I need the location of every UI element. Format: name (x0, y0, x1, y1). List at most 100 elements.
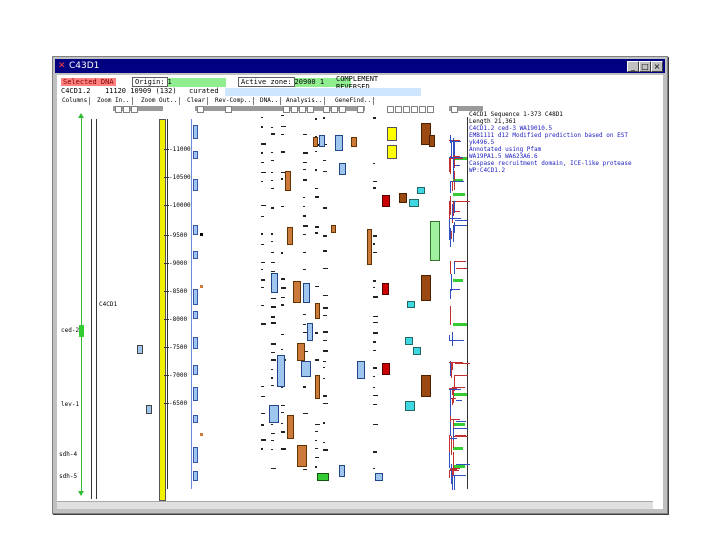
feature-box-red[interactable] (382, 363, 390, 375)
feature-dash[interactable] (303, 252, 306, 253)
feature-dash[interactable] (281, 151, 285, 153)
homology-line[interactable] (454, 261, 455, 274)
feature-dash[interactable] (315, 431, 318, 432)
feature-dash[interactable] (315, 286, 319, 287)
column-toggle-icon[interactable] (419, 106, 426, 113)
feature-dash[interactable] (281, 423, 283, 424)
feature-dash[interactable] (323, 207, 327, 209)
feature-box-brown[interactable] (421, 275, 431, 301)
feature-box-red[interactable] (382, 195, 390, 207)
feature-dash[interactable] (281, 278, 285, 280)
feature-dash[interactable] (261, 323, 266, 325)
feature-dash[interactable] (281, 334, 284, 335)
exon-box[interactable] (193, 225, 198, 235)
feature-dash[interactable] (315, 169, 317, 171)
feature-dash[interactable] (281, 126, 286, 127)
homology-line[interactable] (449, 218, 461, 219)
feature-dash[interactable] (271, 449, 273, 450)
feature-dash[interactable] (303, 152, 308, 154)
feature-box-orange[interactable] (287, 227, 293, 245)
feature-dot[interactable] (200, 233, 203, 236)
feature-box-blue[interactable] (319, 135, 325, 147)
feature-dash[interactable] (323, 361, 326, 362)
homology-line[interactable] (450, 181, 451, 193)
feature-dash[interactable] (271, 352, 275, 353)
homology-line[interactable] (449, 389, 461, 390)
feature-box-blue[interactable] (357, 361, 365, 379)
feature-dash[interactable] (315, 448, 318, 449)
feature-dash[interactable] (373, 316, 378, 317)
title-bar[interactable]: ✕ C43D1 _ □ × (55, 59, 665, 73)
homology-line[interactable] (449, 435, 450, 452)
feature-dash[interactable] (271, 377, 273, 379)
columns-button[interactable]: Columns (60, 97, 91, 105)
homology-line[interactable] (450, 289, 451, 299)
feature-dash[interactable] (261, 413, 265, 414)
feature-dash[interactable] (373, 468, 375, 469)
feature-box-blue[interactable] (271, 273, 278, 293)
feature-box-green[interactable] (430, 221, 440, 261)
feature-dash[interactable] (373, 187, 376, 189)
column-toggle-icon[interactable] (403, 106, 410, 113)
feature-dash[interactable] (323, 449, 328, 451)
feature-dash[interactable] (261, 424, 264, 426)
feature-dash[interactable] (323, 331, 328, 333)
feature-dash[interactable] (271, 424, 273, 425)
feature-box-orange[interactable] (351, 137, 357, 147)
feature-dash[interactable] (261, 117, 263, 118)
feature-dash[interactable] (271, 133, 275, 135)
homology-line[interactable] (450, 156, 451, 174)
exon-box[interactable] (193, 415, 198, 423)
homology-line[interactable] (455, 435, 466, 436)
feature-dash[interactable] (271, 233, 273, 235)
homology-line[interactable] (450, 389, 451, 404)
column-toggle-icon[interactable] (307, 106, 314, 113)
feature-dash[interactable] (303, 314, 306, 315)
homology-line[interactable] (449, 158, 463, 159)
feature-dash[interactable] (373, 376, 375, 377)
feature-dash[interactable] (271, 180, 273, 181)
homology-line[interactable] (454, 475, 455, 490)
feature-dash[interactable] (271, 172, 273, 173)
feature-box-blue[interactable] (375, 473, 383, 481)
feature-dash[interactable] (373, 287, 375, 288)
feature-dash[interactable] (303, 134, 307, 135)
feature-dash[interactable] (373, 296, 378, 298)
exon-box[interactable] (193, 151, 198, 159)
homology-line[interactable] (453, 440, 454, 448)
homology-line[interactable] (449, 452, 450, 468)
feature-dash[interactable] (271, 468, 276, 469)
exon-box[interactable] (193, 337, 198, 349)
feature-dash[interactable] (271, 241, 273, 242)
homology-hit[interactable] (453, 447, 463, 450)
feature-dash[interactable] (315, 440, 317, 441)
feature-dash[interactable] (281, 304, 284, 306)
feature-dash[interactable] (373, 387, 375, 388)
column-toggle-icon[interactable] (283, 106, 290, 113)
exon-box[interactable] (193, 365, 198, 375)
feature-box-orange[interactable] (315, 375, 320, 399)
homology-line[interactable] (449, 470, 450, 478)
feature-dash[interactable] (323, 295, 328, 296)
feature-box-blue[interactable] (301, 361, 311, 377)
feature-dash[interactable] (315, 359, 319, 361)
feature-dash[interactable] (261, 262, 265, 263)
feature-dash[interactable] (373, 332, 378, 334)
feature-dash[interactable] (373, 235, 377, 237)
feature-box-blue[interactable] (339, 163, 346, 175)
homology-line[interactable] (450, 469, 457, 470)
homology-line[interactable] (455, 363, 470, 364)
clear-button[interactable]: Clear (185, 97, 209, 105)
exon-box[interactable] (193, 289, 198, 305)
homology-line[interactable] (456, 464, 470, 465)
feature-dash[interactable] (303, 324, 306, 325)
homology-line[interactable] (449, 218, 450, 228)
feature-dot[interactable] (200, 285, 203, 288)
homology-line[interactable] (450, 261, 451, 272)
feature-dash[interactable] (271, 440, 274, 441)
feature-dash[interactable] (373, 404, 377, 405)
feature-dash[interactable] (261, 396, 265, 397)
feature-dash[interactable] (271, 369, 273, 370)
homology-hit[interactable] (453, 279, 463, 282)
feature-dash[interactable] (261, 305, 264, 306)
